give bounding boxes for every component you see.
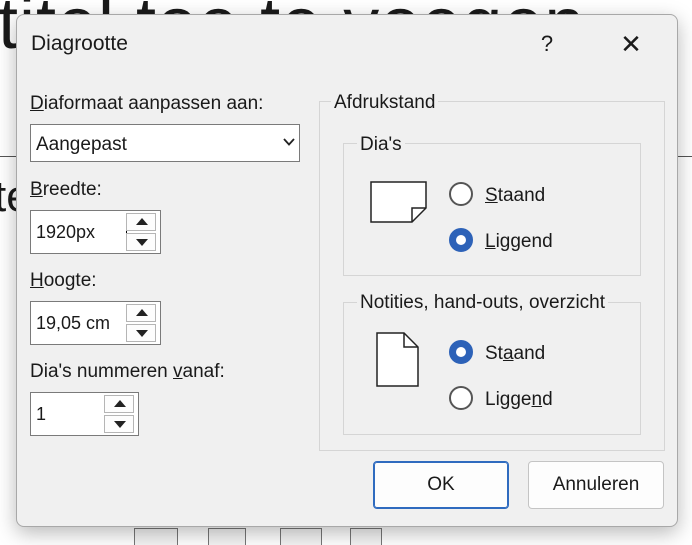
height-decrement-button[interactable] bbox=[126, 324, 156, 342]
number-from-value: 1 bbox=[36, 404, 47, 424]
portrait-page-icon bbox=[376, 332, 419, 387]
dialog-title: Diagrootte bbox=[31, 32, 128, 55]
arrow-up-icon bbox=[136, 218, 148, 225]
background-toolbar-fragment bbox=[130, 528, 400, 545]
help-button[interactable]: ? bbox=[527, 28, 567, 60]
size-for-select[interactable]: Aangepast bbox=[30, 124, 300, 162]
notes-portrait-label[interactable]: Staand bbox=[485, 343, 545, 365]
notes-portrait-radio[interactable] bbox=[449, 340, 473, 364]
slides-landscape-radio[interactable] bbox=[449, 228, 473, 252]
orientation-title: Afdrukstand bbox=[331, 92, 439, 114]
cancel-button[interactable]: Annuleren bbox=[528, 461, 664, 509]
ok-button[interactable]: OK bbox=[373, 461, 509, 509]
height-increment-button[interactable] bbox=[126, 304, 156, 322]
arrow-down-icon bbox=[136, 239, 148, 246]
slides-landscape-label[interactable]: Liggend bbox=[485, 231, 553, 253]
close-button[interactable]: ✕ bbox=[611, 28, 651, 60]
arrow-down-icon bbox=[136, 330, 148, 337]
slides-portrait-label[interactable]: Staand bbox=[485, 185, 545, 207]
width-increment-button[interactable] bbox=[126, 213, 156, 231]
slide-size-dialog: Diagrootte ? ✕ Diaformaat aanpassen aan:… bbox=[16, 14, 678, 527]
width-label: Breedte: bbox=[30, 179, 102, 200]
number-from-field[interactable]: 1 bbox=[30, 392, 139, 436]
dialog-titlebar: Diagrootte ? ✕ bbox=[17, 15, 677, 73]
number-from-decrement-button[interactable] bbox=[104, 415, 134, 433]
landscape-page-icon bbox=[370, 181, 427, 223]
width-value: 1920px bbox=[36, 222, 96, 242]
arrow-up-icon bbox=[136, 309, 148, 316]
notes-landscape-label[interactable]: Liggend bbox=[485, 389, 553, 411]
size-for-selected: Aangepast bbox=[36, 134, 127, 155]
size-for-label: Diaformaat aanpassen aan: bbox=[30, 93, 264, 114]
number-from-increment-button[interactable] bbox=[104, 395, 134, 413]
notes-landscape-radio[interactable] bbox=[449, 386, 473, 410]
height-field[interactable]: 19,05 cm bbox=[30, 301, 161, 345]
chevron-down-icon bbox=[283, 138, 295, 146]
number-from-label: Dia's nummeren vanaf: bbox=[30, 361, 225, 382]
notes-orientation-title: Notities, hand-outs, overzicht bbox=[357, 292, 609, 314]
height-value: 19,05 cm bbox=[36, 313, 111, 333]
width-field[interactable]: 1920px bbox=[30, 210, 161, 254]
arrow-up-icon bbox=[114, 400, 126, 407]
slides-portrait-radio[interactable] bbox=[449, 182, 473, 206]
close-icon: ✕ bbox=[620, 29, 642, 59]
height-label: Hoogte: bbox=[30, 270, 97, 291]
slides-orientation-title: Dia's bbox=[357, 134, 405, 156]
arrow-down-icon bbox=[114, 421, 126, 428]
width-decrement-button[interactable] bbox=[126, 233, 156, 251]
